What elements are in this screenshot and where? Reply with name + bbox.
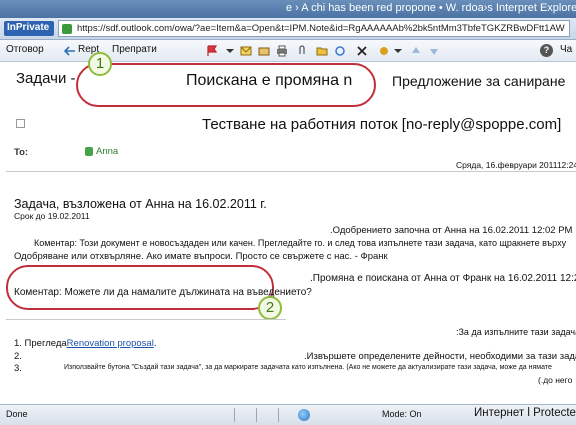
step-1-suffix: . [153,338,157,349]
internet-zone-icon [298,409,310,421]
status-separator [234,408,235,422]
comment-1-continued: Одобряване или отхвърляне. Ако имате въп… [14,251,388,262]
inprivate-badge[interactable]: InPrivate [4,21,54,36]
security-icon[interactable] [378,45,390,57]
subject-right-text: Предложение за саниране [392,73,566,89]
step-3-text: Използвайте бутона "Създай тази задача",… [64,364,552,371]
step-3-number: 3. [14,363,22,374]
site-icon [62,24,72,34]
zone-label: Интернет l Protected [474,407,576,419]
task-heading: Задача, възложена от Анна на 16.02.2011 … [14,197,267,211]
delete-icon[interactable] [356,45,368,57]
window-title: e › A chi has been red propone • W. rdoa… [286,2,576,14]
next-item-icon[interactable] [428,45,440,57]
subject-title: Поискана е промяна n [186,72,353,89]
status-done: Done [6,409,28,419]
sync-icon[interactable] [334,45,346,57]
callout-number-2: 2 [258,296,282,320]
checkbox-icon[interactable] [16,119,25,128]
sender-line: Тестване на работния поток [no-reply@spo… [202,116,562,133]
comment-1: Коментар: Този документ е новосъздаден и… [34,238,567,248]
help-icon[interactable]: ? [540,44,553,57]
due-date: Срок до 19.02.2011 [14,211,90,221]
body-divider [6,319,286,320]
step-2-number: 2. [14,351,22,362]
status-separator [278,408,279,422]
move-icon[interactable] [258,45,270,57]
url-text[interactable]: https://sdf.outlook.com/owa/?ae=Item&a=O… [77,23,565,34]
flag-icon[interactable] [206,45,218,57]
subject-label: Задачи - [16,70,76,87]
previous-item-icon[interactable] [410,45,422,57]
reply-button[interactable]: Отговор [6,44,44,55]
person-icon [85,147,93,156]
to-label: To: [14,147,29,158]
dropdown-arrow-icon[interactable] [224,45,236,57]
toolbar-overflow-label[interactable]: Ча [560,44,572,55]
protected-mode-label[interactable]: Mode: On [382,409,422,419]
renovation-proposal-link[interactable]: Renovation proposal [67,338,154,349]
todo-heading: :За да изпълните тази задача [456,327,576,337]
approval-started-line: .Одобрението започна от Анна на 16.02.20… [330,225,573,236]
dropdown-arrow-icon[interactable] [392,45,404,57]
status-bar: Done Mode: On Интернет l Protected [0,404,576,425]
forward-button[interactable]: Препрати [112,44,157,55]
address-bar: InPrivate https://sdf.outlook.com/owa/?a… [0,18,576,40]
window-titlebar: e › A chi has been red propone • W. rdoa… [0,0,576,18]
url-field[interactable]: https://sdf.outlook.com/owa/?ae=Item&a=O… [58,20,570,37]
envelope-icon[interactable] [240,45,252,57]
message-date: Сряда, 16.февруари 201112:24 PM [456,160,576,170]
message-toolbar: Отговор Rept Препрати ? Ча [0,40,576,62]
reply-all-icon[interactable] [64,45,76,57]
step-2-text: .Извършете определените дейности, необхо… [304,351,576,362]
change-requested-line: .Промяна е поискана от Анна от Франк на … [310,273,576,284]
recipient-name[interactable]: Anna [96,146,118,157]
attachment-icon[interactable] [296,45,308,57]
open-folder-icon[interactable] [316,45,328,57]
status-separator [256,408,257,422]
header-divider [6,171,576,172]
step-3-end: (.до него [538,375,573,385]
step-1: 1. ПрегледаRenovation proposal. [14,338,156,349]
callout-number-1: 1 [88,52,112,76]
step-1-prefix: 1. Прегледа [14,338,67,349]
print-icon[interactable] [276,45,288,57]
